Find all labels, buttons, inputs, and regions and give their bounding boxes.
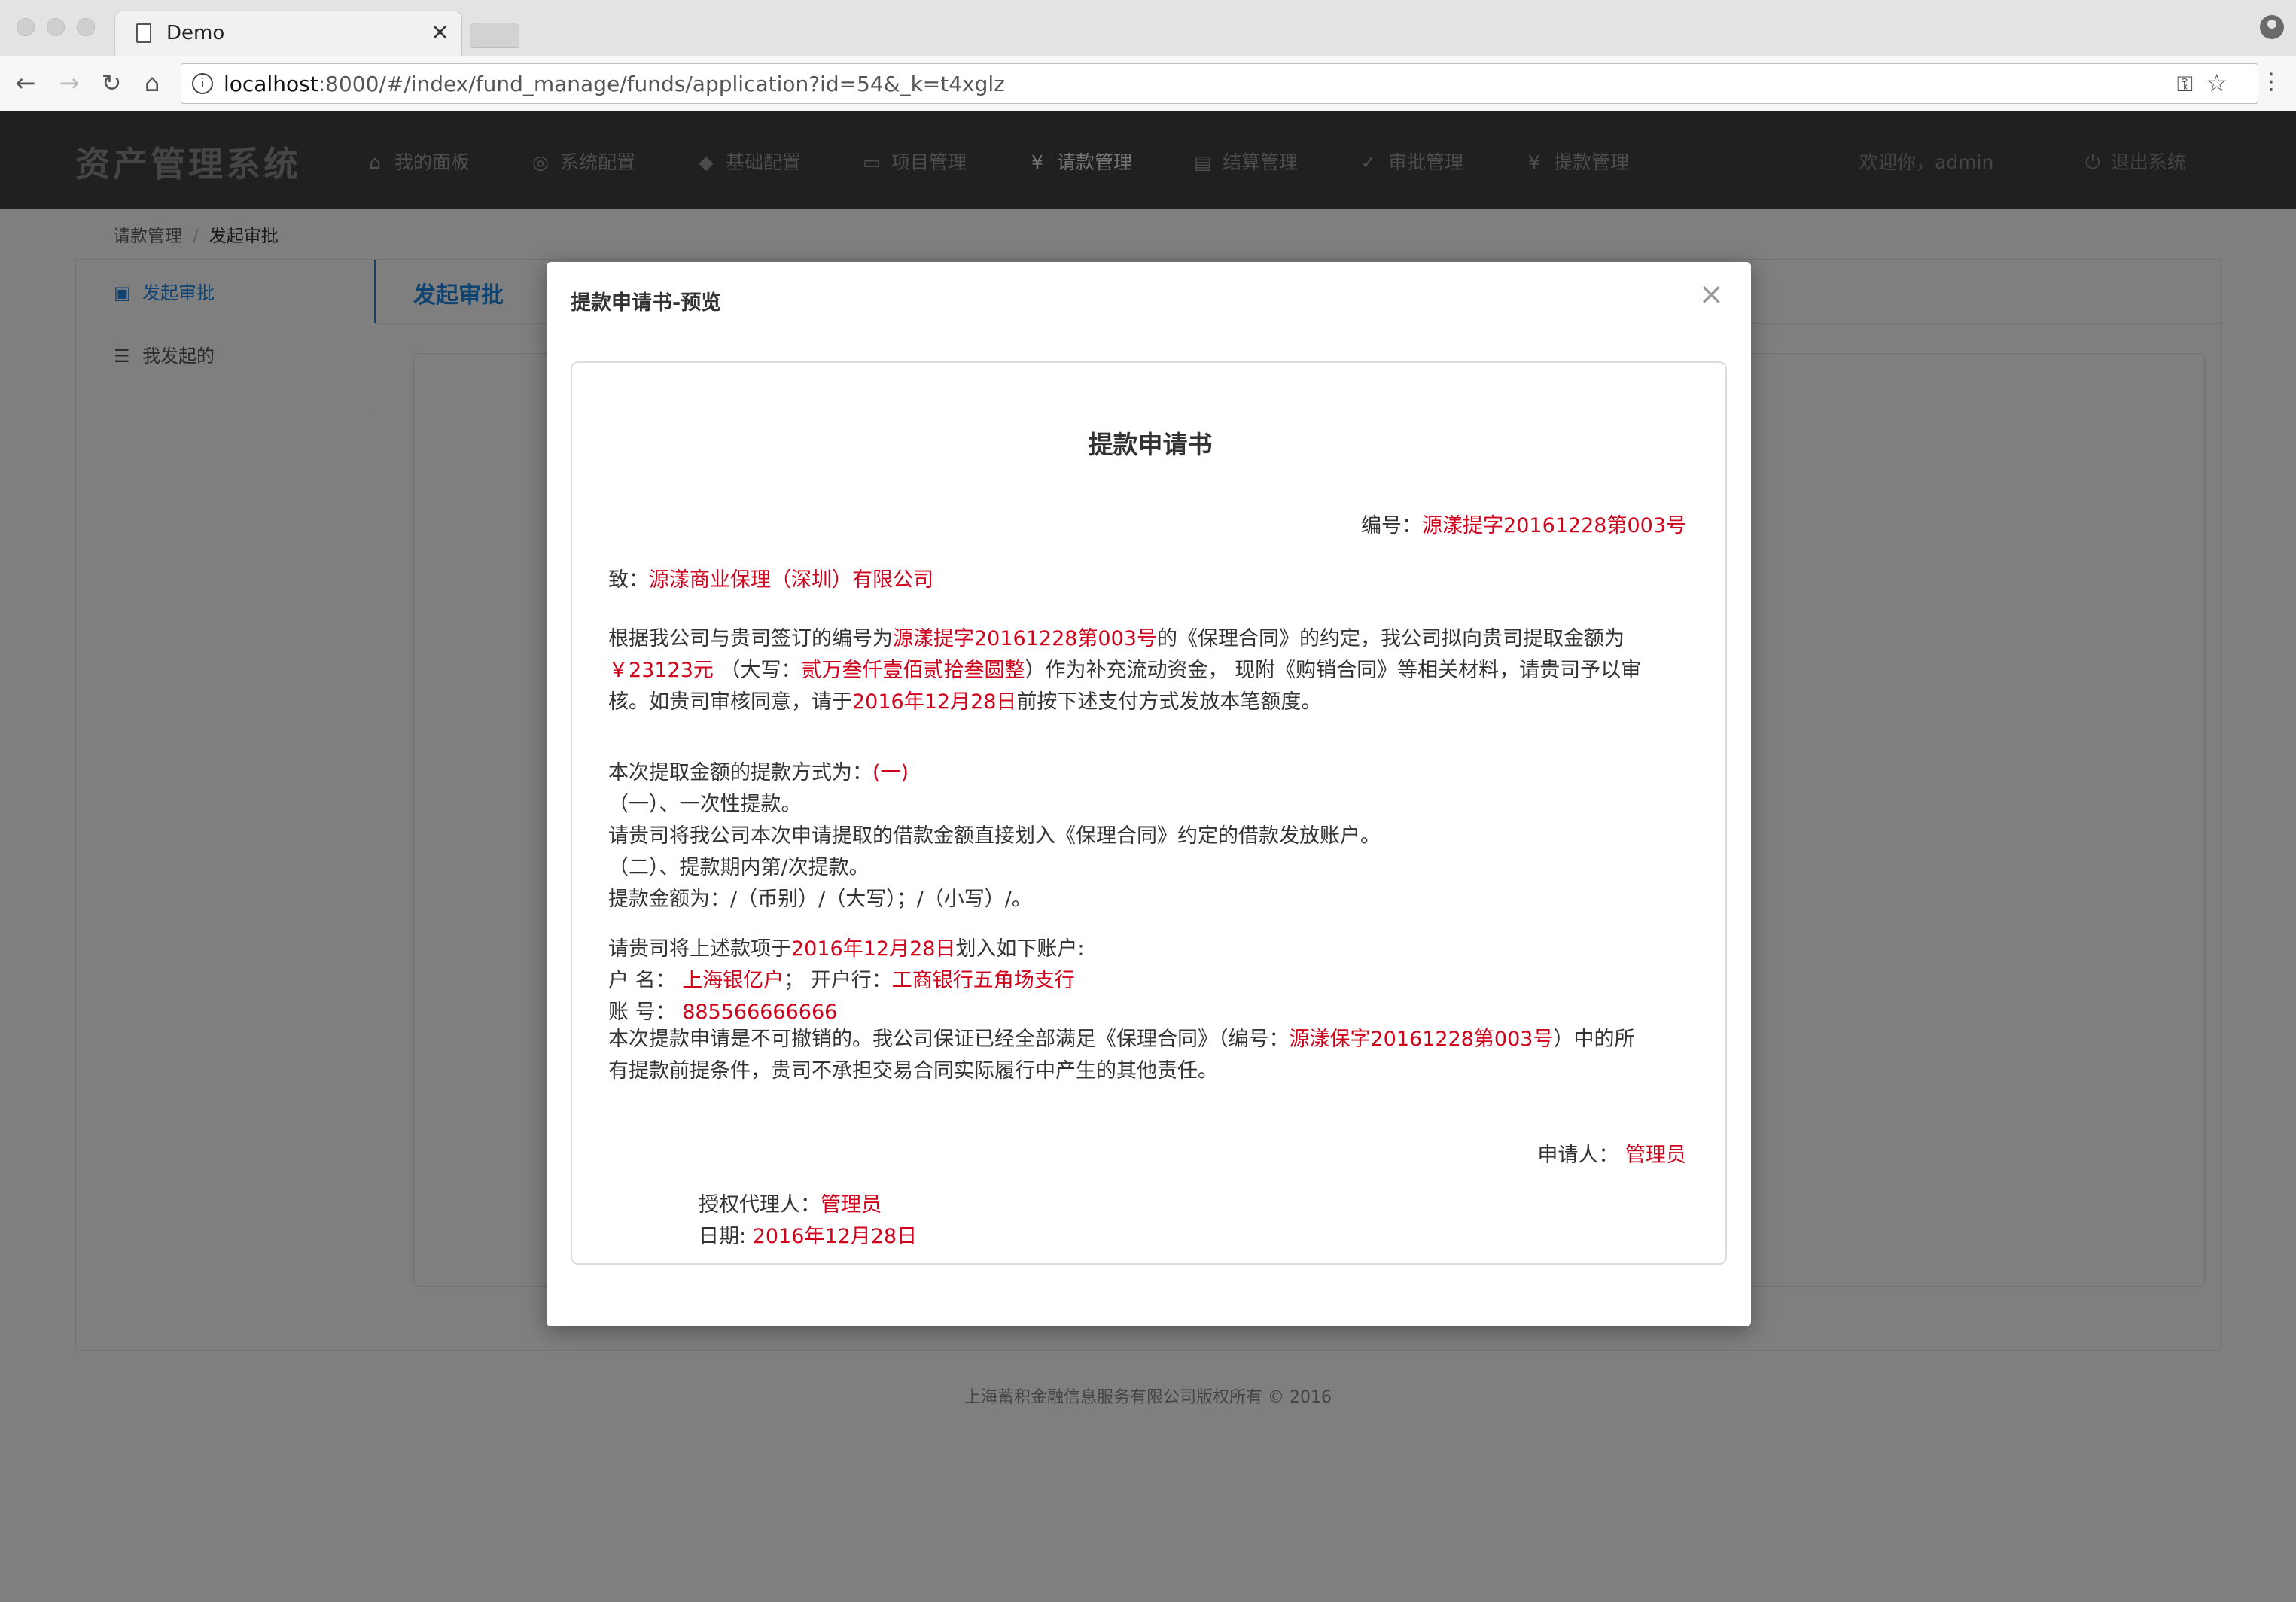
- home-icon[interactable]: ⌂: [137, 68, 167, 98]
- tab-strip: Demo ×: [0, 0, 2296, 56]
- paragraph-4: 本次提款申请是不可撤销的。我公司保证已经全部满足《保理合同》（编号：源漾保字20…: [608, 1028, 1635, 1083]
- address-bar[interactable]: i localhost:8000/#/index/fund_manage/fun…: [181, 63, 2258, 104]
- key-icon[interactable]: ⚿: [2177, 72, 2193, 97]
- bookmark-star-icon[interactable]: ☆: [2206, 69, 2227, 97]
- applicant: 申请人： 管理员: [1537, 1144, 1686, 1167]
- browser-menu-icon[interactable]: ⋮: [2260, 69, 2282, 95]
- close-icon[interactable]: ×: [1698, 277, 1724, 312]
- browser-toolbar: ← → ↻ ⌂ i localhost:8000/#/index/fund_ma…: [0, 56, 2296, 111]
- document-title: 提款申请书: [1088, 430, 1213, 459]
- forward-arrow-icon[interactable]: →: [54, 68, 84, 98]
- info-icon[interactable]: i: [192, 73, 213, 94]
- zoom-window-button[interactable]: [77, 18, 95, 36]
- application-document: 提款申请书 编号：源漾提字20161228第003号 致：源漾商业保理（深圳）有…: [571, 361, 1727, 1265]
- modal-header: 提款申请书-预览 ×: [547, 262, 1751, 337]
- browser-chrome: Demo × ← → ↻ ⌂ i localhost:8000/#/index/…: [0, 0, 2296, 111]
- back-arrow-icon[interactable]: ←: [11, 68, 41, 98]
- new-tab-button[interactable]: [470, 23, 519, 48]
- url-text[interactable]: localhost:8000/#/index/fund_manage/funds…: [224, 72, 1005, 96]
- paragraph-3: 请贵司将上述款项于2016年12月28日划入如下账户: 户 名： 上海银亿户； …: [608, 937, 1085, 1024]
- tab-title: Demo: [166, 22, 225, 44]
- browser-tab[interactable]: Demo ×: [114, 11, 462, 56]
- document-icon: [136, 23, 151, 43]
- addressee: 致：源漾商业保理（深圳）有限公司: [608, 568, 933, 592]
- preview-modal: 提款申请书-预览 × 提款申请书 编号：源漾提字20161228第003号 致：…: [547, 262, 1751, 1326]
- paragraph-1: 根据我公司与贵司签订的编号为源漾提字20161228第003号的《保理合同》的约…: [608, 627, 1642, 714]
- profile-icon[interactable]: [2260, 15, 2284, 39]
- paragraph-2: 本次提取金额的提款方式为：(一) （一）、一次性提款。 请贵司将我公司本次申请提…: [608, 761, 1381, 911]
- tab-close-icon[interactable]: ×: [431, 19, 449, 45]
- signature-block: 授权代理人：管理员 日期: 2016年12月28日: [699, 1193, 918, 1248]
- close-window-button[interactable]: [17, 18, 35, 36]
- modal-title: 提款申请书-预览: [571, 291, 722, 315]
- minimize-window-button[interactable]: [47, 18, 65, 36]
- reload-icon[interactable]: ↻: [96, 68, 126, 98]
- document-number: 编号：源漾提字20161228第003号: [1361, 514, 1686, 538]
